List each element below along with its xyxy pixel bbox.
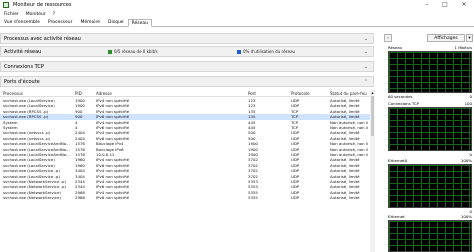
graph-tcp [388,107,472,151]
column-pid[interactable]: PID [75,91,82,96]
close-button[interactable]: ✕ [455,0,473,10]
tab-memory[interactable]: Mémoire [76,18,104,26]
section-tcp-connections[interactable]: Connexions TCP ⌄ [0,61,374,72]
network-usage-legend-icon [237,50,241,54]
tab-processor[interactable]: Processeur [44,18,77,26]
section-processes-network[interactable]: Processus avec activité réseau ⌄ [0,33,374,44]
cell-pid: 2968 [75,195,85,201]
scroll-thumb[interactable] [371,96,374,136]
graph-network [388,51,472,93]
cell-process: svchost.exe (NetworkService) [3,195,61,201]
maximize-button[interactable]: □ [436,0,454,10]
views-chevron-icon[interactable]: ▾ [466,34,473,42]
menu-fichier[interactable]: Fichier [4,12,19,17]
menu-moniteur[interactable]: Moniteur [26,12,46,17]
graph-tcp-scale: 100 [464,101,472,106]
graph-ethernet-scale: 100% [460,214,472,219]
column-firewall-status[interactable]: Statut du pare-feu [330,91,367,96]
table-header: Processus PID Adresse Port Protocole Sta… [0,90,370,97]
chevron-up-icon: ⌃ [363,79,368,85]
menu-bar: Fichier Moniteur ? [0,10,474,18]
graph-network-scale: 1 Mbits/s [454,45,472,50]
graph-network-footer: 60 secondes 0 [388,94,472,100]
section-listening-ports[interactable]: Ports d'écoute ⌃ [0,76,374,87]
tab-network[interactable]: Réseau [127,19,152,27]
column-protocol[interactable]: Protocole [291,91,310,96]
network-io-legend-icon [108,50,112,54]
section-ports-label: Ports d'écoute [4,78,40,85]
graphs-toolbar: › Affichages ▾ [384,33,474,43]
tab-overview[interactable]: Vue d'ensemble [0,18,44,26]
listening-ports-table: Processus PID Adresse Port Protocole Sta… [0,90,370,252]
graph-ethernet0 [388,164,472,208]
collapse-panel-button[interactable]: › [384,34,392,42]
cell-address: IPv6 non spécifié [96,195,130,201]
cell-protocol: UDP [291,195,300,201]
tab-disk[interactable]: Disque [104,18,128,26]
column-port[interactable]: Port [248,91,256,96]
table-row[interactable]: svchost.exe (NetworkService) 2968 IPv6 non… [0,195,370,200]
section-network-activity[interactable]: Activité réseau 0/5 réseau de 0 kbit/s 0… [0,46,374,57]
column-process[interactable]: Processus [3,91,23,96]
window-titlebar: Moniteur de ressources – □ ✕ [0,0,474,10]
graph-network-title: Réseau [388,45,403,50]
section-processes-label: Processus avec activité réseau [4,35,81,42]
views-dropdown[interactable]: Affichages [427,34,465,42]
tab-strip: Vue d'ensemble Processeur Mémoire Disque… [0,18,474,27]
resource-monitor-icon [3,2,9,8]
section-tcp-label: Connexions TCP [4,63,44,70]
graph-network-min: 0 [469,94,472,99]
graph-ethernet-title: Ethernet [388,214,405,219]
graph-tcp-min: 0 [469,152,472,157]
network-io-legend: 0/5 réseau de 0 kbit/s [114,49,158,54]
graph-tcp-title: Connexions TCP [388,101,420,106]
window-title: Moniteur de ressources [13,2,72,8]
chevron-down-icon: ⌄ [363,64,368,70]
graph-ethernet [388,220,472,252]
cell-firewall: Autorisé, limité [330,195,360,201]
cell-port: 5355 [248,195,258,201]
chevron-down-icon: ⌄ [363,36,368,42]
minimize-button[interactable]: – [418,0,436,10]
graph-network-time: 60 secondes [388,94,413,99]
graph-ethernet0-title: Ethernet0 [388,158,408,163]
network-usage-legend: 0% d'utilisation du réseau [243,49,296,54]
column-address[interactable]: Adresse [96,91,112,96]
graph-ethernet0-scale: 100% [460,158,472,163]
scroll-up-icon[interactable]: ▴ [370,90,375,95]
menu-help[interactable]: ? [53,12,55,17]
section-network-label: Activité réseau [4,48,42,55]
table-scrollbar[interactable]: ▴ [370,90,375,252]
graphs-panel: › Affichages ▾ Réseau 1 Mbits/s 60 secon… [384,33,474,252]
chevron-down-icon: ⌄ [363,49,368,55]
